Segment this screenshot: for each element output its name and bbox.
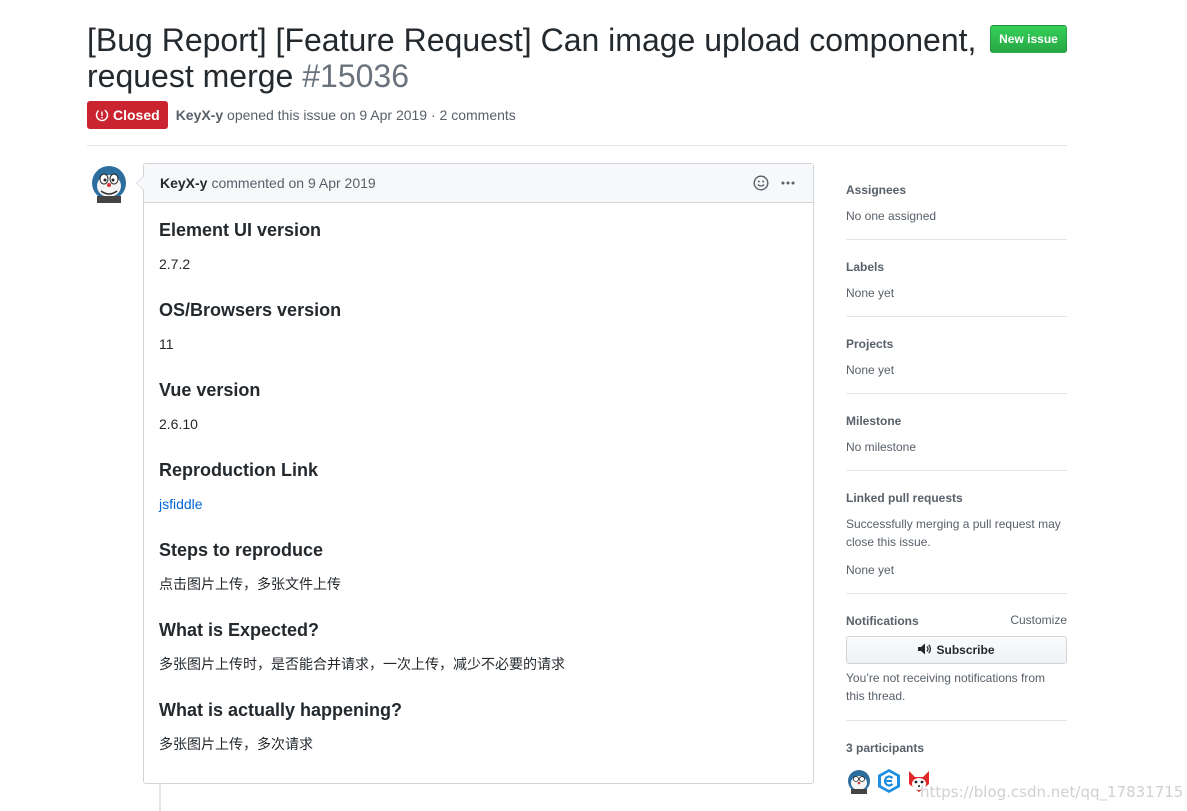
- sidebar-divider: [846, 470, 1067, 471]
- timeline-line: [159, 783, 161, 811]
- avatar[interactable]: [846, 768, 872, 794]
- section-text: 2.6.10: [159, 416, 198, 432]
- linked-prs-section: Linked pull requests Successfully mergin…: [846, 490, 1067, 579]
- issue-number: #15036: [302, 58, 409, 94]
- closed-state-badge: Closed: [87, 101, 168, 129]
- linked-prs-note: Successfully merging a pull request may …: [846, 517, 1061, 549]
- sidebar-divider: [846, 593, 1067, 594]
- milestone-value: No milestone: [846, 440, 917, 454]
- section-text: 11: [159, 336, 174, 352]
- section-heading: Vue version: [159, 380, 261, 400]
- comment-header: KeyX-y commented on 9 Apr 2019: [144, 164, 813, 203]
- subscribe-label: Subscribe: [936, 643, 995, 657]
- labels-value: None yet: [846, 286, 895, 300]
- assignees-section[interactable]: Assignees No one assigned: [846, 182, 1067, 225]
- section-text: 2.7.2: [159, 256, 191, 272]
- sidebar-divider: [846, 239, 1067, 240]
- new-issue-button[interactable]: New issue: [990, 25, 1067, 53]
- notifications-note: You’re not receiving notifications from …: [846, 671, 1045, 703]
- section-heading: Reproduction Link: [159, 460, 318, 480]
- projects-heading[interactable]: Projects: [846, 336, 1067, 352]
- projects-section[interactable]: Projects None yet: [846, 336, 1067, 379]
- comment-author-link[interactable]: KeyX-y: [160, 175, 207, 191]
- milestone-section[interactable]: Milestone No milestone: [846, 413, 1067, 456]
- section-heading: What is Expected?: [159, 620, 320, 640]
- issue-header: [Bug Report] [Feature Request] Can image…: [87, 22, 1067, 94]
- comment-date[interactable]: commented on 9 Apr 2019: [211, 175, 375, 191]
- comment-actions: [753, 175, 795, 194]
- linked-prs-heading: Linked pull requests: [846, 491, 963, 505]
- issue-closed-icon: [95, 108, 109, 122]
- section-text: 多张图片上传时，是否能合并请求，一次上传，减少不必要的请求: [159, 656, 565, 672]
- section-heading: Element UI version: [159, 220, 322, 240]
- subscribe-button[interactable]: Subscribe: [846, 636, 1067, 664]
- section-heading: What is actually happening?: [159, 700, 403, 720]
- state-label: Closed: [113, 107, 160, 123]
- comment-body: Element UI version 2.7.2 OS/Browsers ver…: [144, 218, 813, 754]
- avatar[interactable]: [876, 768, 902, 794]
- labels-section[interactable]: Labels None yet: [846, 259, 1067, 302]
- issue-comment: KeyX-y commented on 9 Apr 2019 Element U…: [136, 163, 814, 784]
- assignees-heading[interactable]: Assignees: [846, 182, 1067, 198]
- assignees-value: No one assigned: [846, 209, 937, 223]
- jsfiddle-link[interactable]: jsfiddle: [159, 496, 203, 512]
- projects-value: None yet: [846, 363, 895, 377]
- sidebar-divider: [846, 720, 1067, 721]
- issue-meta: Closed KeyX-y opened this issue on 9 Apr…: [87, 101, 516, 129]
- sidebar-divider: [846, 393, 1067, 394]
- watermark: https://blog.csdn.net/qq_17831715: [920, 783, 1184, 801]
- issue-opened-info: KeyX-y opened this issue on 9 Apr 2019 ·…: [176, 107, 516, 123]
- section-text: 点击图片上传，多张文件上传: [159, 576, 341, 592]
- sidebar-divider: [846, 316, 1067, 317]
- issue-opened-text: opened this issue on 9 Apr 2019 · 2 comm…: [227, 107, 516, 123]
- customize-link[interactable]: Customize: [1010, 613, 1067, 627]
- issue-title-text: [Bug Report] [Feature Request] Can image…: [87, 22, 977, 94]
- unmute-icon: [918, 643, 932, 658]
- issue-author-link[interactable]: KeyX-y: [176, 107, 223, 123]
- milestone-heading[interactable]: Milestone: [846, 413, 1067, 429]
- section-heading: OS/Browsers version: [159, 300, 342, 320]
- notifications-section: Notifications Customize Subscribe You’re…: [846, 613, 1067, 705]
- section-text: 多张图片上传，多次请求: [159, 736, 313, 752]
- labels-heading[interactable]: Labels: [846, 259, 1067, 275]
- kebab-horizontal-icon[interactable]: [781, 175, 795, 194]
- header-divider: [87, 145, 1067, 146]
- issue-title: [Bug Report] [Feature Request] Can image…: [87, 22, 987, 94]
- avatar[interactable]: [89, 163, 129, 203]
- linked-prs-value: None yet: [846, 563, 895, 577]
- smiley-icon[interactable]: [753, 175, 769, 194]
- section-heading: Steps to reproduce: [159, 540, 324, 560]
- participants-heading: 3 participants: [846, 741, 925, 755]
